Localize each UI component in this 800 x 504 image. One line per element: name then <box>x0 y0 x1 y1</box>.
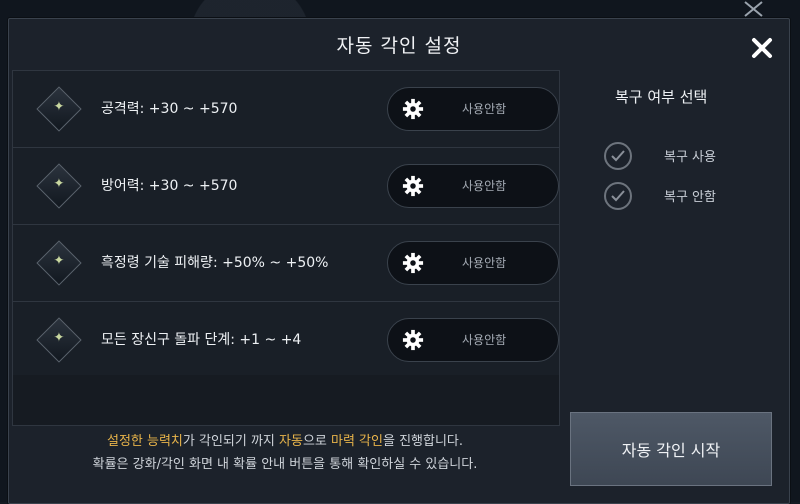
close-button[interactable] <box>747 33 777 63</box>
restore-panel: 복구 여부 선택 복구 사용 복구 안함 <box>570 70 770 410</box>
start-auto-engrave-button[interactable]: 자동 각인 시작 <box>570 412 772 486</box>
stat-label: 모든 장신구 돌파 단계: +1 ~ +4 <box>101 332 302 348</box>
stat-row: ✦ 흑정령 기술 피해량: +50% ~ +50% 사용안함 <box>13 225 559 302</box>
info-text: 설정한 능력치가 각인되기 까지 자동으로 마력 각인을 진행합니다. 확률은 … <box>12 430 558 484</box>
stat-setting-button[interactable]: 사용안함 <box>387 241 559 285</box>
gear-icon <box>402 329 424 351</box>
info-line-1: 설정한 능력치가 각인되기 까지 자동으로 마력 각인을 진행합니다. <box>106 434 464 449</box>
stat-row: ✦ 방어력: +30 ~ +570 사용안함 <box>13 148 559 225</box>
empty-slot <box>13 375 559 425</box>
toggle-label: 사용안함 <box>462 179 507 193</box>
option-label: 복구 사용 <box>664 150 716 165</box>
stat-list: ✦ 공격력: +30 ~ +570 사용안함 ✦ 방어력: +30 ~ +570… <box>12 70 560 426</box>
info-line-2: 확률은 강화/각인 화면 내 확률 안내 버튼을 통해 확인하실 수 있습니다. <box>92 457 478 472</box>
stat-label: 공격력: +30 ~ +570 <box>101 101 238 117</box>
stat-setting-button[interactable]: 사용안함 <box>387 164 559 208</box>
stat-row: ✦ 모든 장신구 돌파 단계: +1 ~ +4 사용안함 <box>13 302 559 379</box>
engrave-gem-icon: ✦ <box>36 317 82 363</box>
option-label: 복구 안함 <box>664 190 716 205</box>
restore-none-option[interactable]: 복구 안함 <box>594 182 764 210</box>
stat-setting-button[interactable]: 사용안함 <box>387 87 559 131</box>
stat-row: ✦ 공격력: +30 ~ +570 사용안함 <box>13 71 559 148</box>
engrave-gem-icon: ✦ <box>36 163 82 209</box>
check-icon <box>604 142 632 170</box>
stat-setting-button[interactable]: 사용안함 <box>387 318 559 362</box>
restore-title: 복구 여부 선택 <box>615 88 708 106</box>
gear-icon <box>402 175 424 197</box>
engrave-gem-icon: ✦ <box>36 240 82 286</box>
restore-use-option[interactable]: 복구 사용 <box>594 142 764 170</box>
toggle-label: 사용안함 <box>462 102 507 116</box>
engrave-gem-icon: ✦ <box>36 86 82 132</box>
stat-label: 흑정령 기술 피해량: +50% ~ +50% <box>101 255 329 271</box>
gear-icon <box>402 252 424 274</box>
stat-label: 방어력: +30 ~ +570 <box>101 178 238 194</box>
toggle-label: 사용안함 <box>462 333 507 347</box>
crossed-swords-icon <box>742 0 768 18</box>
dialog-title: 자동 각인 설정 <box>336 35 462 57</box>
gear-icon <box>402 98 424 120</box>
check-icon <box>604 182 632 210</box>
close-icon <box>752 38 772 58</box>
toggle-label: 사용안함 <box>462 256 507 270</box>
